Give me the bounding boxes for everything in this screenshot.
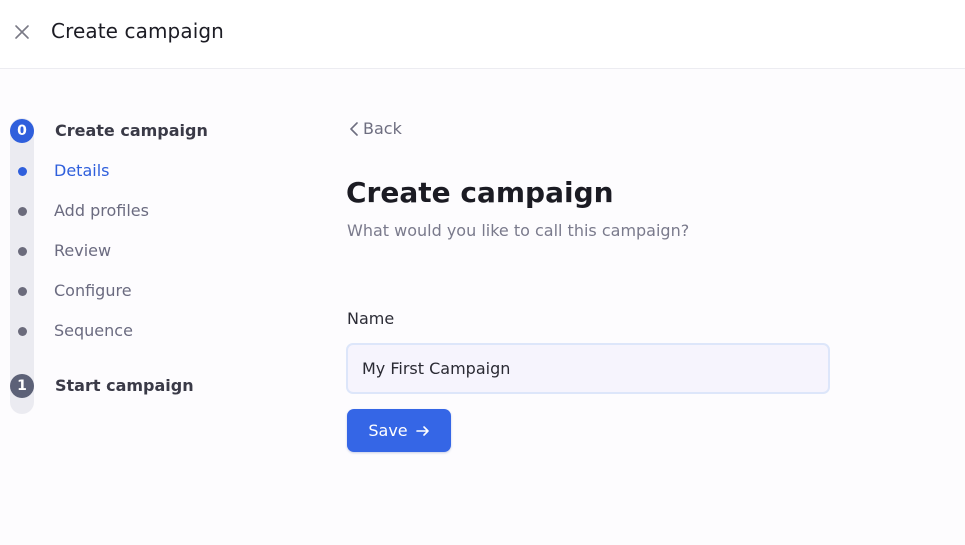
header-title: Create campaign: [51, 19, 224, 43]
arrow-right-icon: [415, 425, 429, 436]
page-title: Create campaign: [346, 176, 614, 209]
page-subtitle: What would you like to call this campaig…: [347, 221, 690, 240]
substep-review[interactable]: Review: [54, 241, 111, 260]
step-title-create-campaign[interactable]: Create campaign: [55, 121, 208, 140]
substep-configure[interactable]: Configure: [54, 281, 132, 300]
step-dot-review: [18, 247, 27, 256]
substep-details[interactable]: Details: [54, 161, 109, 180]
step-title-start-campaign[interactable]: Start campaign: [55, 376, 194, 395]
top-bar: Create campaign: [0, 0, 965, 69]
step-dot-details: [18, 167, 27, 176]
step-number-badge: 0: [10, 119, 34, 143]
step-number-badge: 1: [10, 374, 34, 398]
close-button[interactable]: [12, 22, 32, 42]
save-button[interactable]: Save: [347, 409, 451, 452]
stepper-track: [10, 118, 34, 414]
step-dot-configure: [18, 287, 27, 296]
back-label: Back: [363, 119, 402, 138]
save-button-label: Save: [368, 421, 408, 440]
campaign-name-input[interactable]: [346, 343, 830, 394]
step-dot-add-profiles: [18, 207, 27, 216]
close-icon: [15, 25, 29, 39]
substep-sequence[interactable]: Sequence: [54, 321, 133, 340]
chevron-left-icon: [350, 121, 358, 136]
substep-add-profiles[interactable]: Add profiles: [54, 201, 149, 220]
step-dot-sequence: [18, 327, 27, 336]
name-field-label: Name: [347, 309, 395, 328]
back-link[interactable]: Back: [347, 119, 402, 138]
